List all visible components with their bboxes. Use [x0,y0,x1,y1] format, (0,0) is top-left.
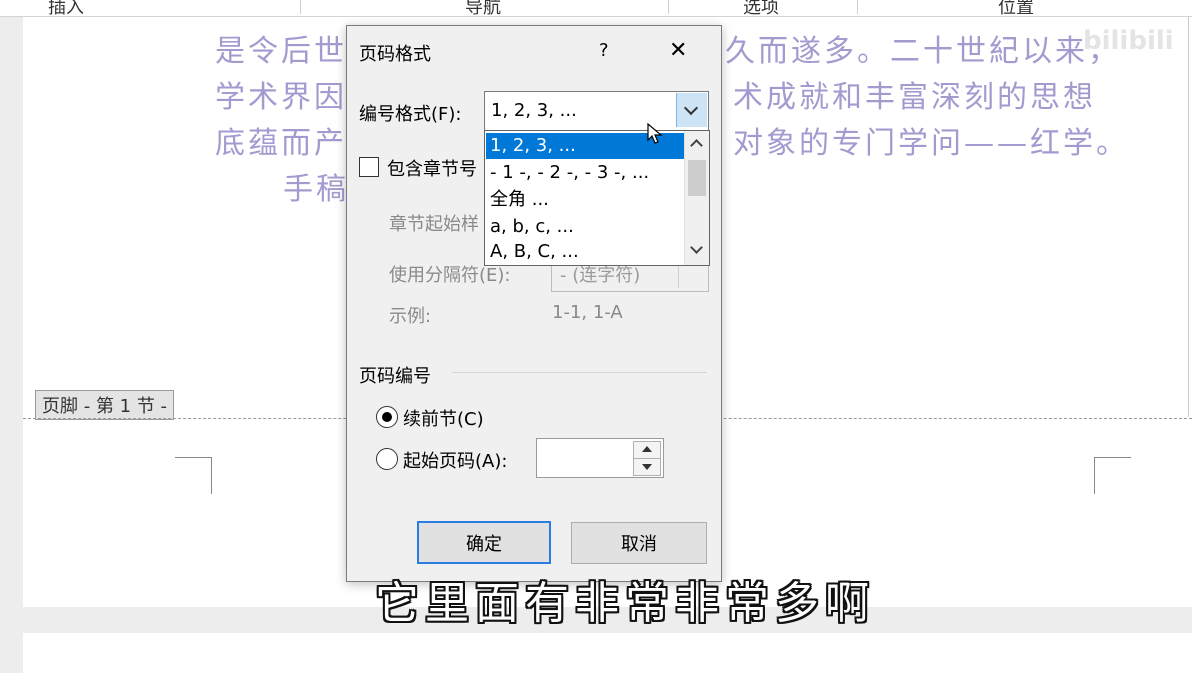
chevron-down-icon [683,100,699,116]
number-format-value: 1, 2, 3, ... [491,100,577,121]
continue-radio[interactable] [376,406,398,428]
bilibili-watermark: bilibili [1083,26,1174,56]
body-text-line: 久而遂多。二十世紀以来， [725,34,1121,69]
spin-down-button[interactable] [633,458,661,476]
page-edge-line [1188,17,1189,417]
number-format-dropdown-list: 1, 2, 3, ... - 1 -, - 2 -, - 3 -, ... 全角… [484,130,710,266]
divider [857,0,858,14]
number-format-label: 编号格式(F): [359,104,462,125]
example-value: 1-1, 1-A [552,302,623,323]
divider [452,372,707,373]
start-at-label: 起始页码(A): [403,451,508,472]
dropdown-option[interactable]: A, B, C, ... [486,239,685,265]
dropdown-button[interactable] [676,93,707,127]
divider [668,0,669,14]
close-button[interactable]: ✕ [669,38,687,63]
body-text-line: 手稿 [283,172,349,207]
start-at-input[interactable] [536,438,664,478]
mouse-cursor-icon [647,123,663,144]
dropdown-option[interactable]: 全角 ... [486,187,685,213]
help-button[interactable]: ? [599,40,609,61]
body-text-line: 术成就和丰富深刻的思想 [733,80,1096,115]
scrollbar-thumb[interactable] [688,160,706,196]
scroll-up-icon[interactable] [690,139,703,152]
footer-section-tag: 页脚 - 第 1 节 - [35,390,175,420]
dropdown-option[interactable]: a, b, c, ... [486,214,685,240]
ribbon-tabs: 插入 导航 选项 位置 [0,0,1192,18]
margin-corner-mark [1094,457,1131,494]
ok-button[interactable]: 确定 [417,521,551,564]
page-numbering-group-label: 页码编号 [359,366,431,387]
example-label: 示例: [389,306,432,327]
continue-label: 续前节(C) [403,409,484,430]
start-at-radio[interactable] [376,448,398,470]
number-format-select[interactable]: 1, 2, 3, ... [484,91,709,131]
body-text-line: 对象的专门学问——红学。 [733,126,1129,161]
arrow-down-icon [642,464,652,470]
next-document-page[interactable] [23,633,1192,673]
body-text-line: 是令后世 [215,34,347,69]
include-chapter-checkbox[interactable] [359,157,379,177]
body-text-line: 学术界因 [215,80,347,115]
dropdown-scrollbar[interactable] [684,131,709,265]
cancel-button[interactable]: 取消 [571,522,707,564]
body-text-line: 底蕴而产 [215,126,347,161]
dropdown-option[interactable]: - 1 -, - 2 -, - 3 -, ... [486,160,685,186]
chapter-start-style-label: 章节起始样 [389,214,479,235]
divider [300,0,301,14]
spin-up-button[interactable] [633,441,661,459]
video-subtitle: 它里面有非常非常多啊 [375,578,875,629]
scroll-down-icon[interactable] [690,241,703,254]
arrow-up-icon [642,446,652,452]
page-number-format-dialog: 页码格式 ? ✕ 编号格式(F): 1, 2, 3, ... 包含章节号 章节起… [346,25,722,582]
include-chapter-label: 包含章节号 [387,159,477,180]
radio-selected-dot [382,412,392,422]
margin-corner-mark [175,457,212,494]
dialog-title: 页码格式 [359,44,431,65]
